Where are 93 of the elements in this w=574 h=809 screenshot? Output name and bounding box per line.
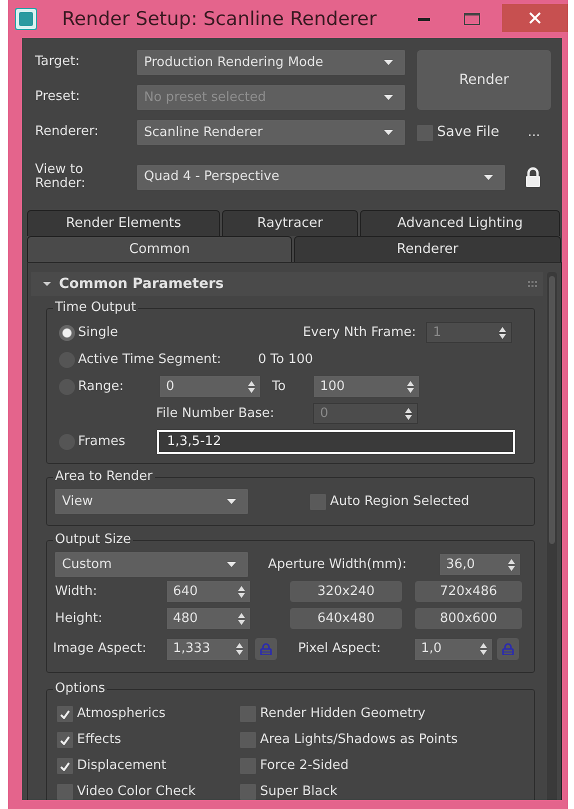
lock-icon xyxy=(525,167,541,187)
segment-value: 0 To 100 xyxy=(258,350,314,369)
target-dropdown[interactable]: Production Rendering Mode xyxy=(137,50,405,75)
field-label: Target: xyxy=(35,55,81,70)
checkbox-label: Force 2-Sided xyxy=(260,757,349,776)
size-preset-button[interactable]: 320x240 xyxy=(290,581,402,602)
tab[interactable]: Raytracer xyxy=(222,210,358,236)
checkbox-label: Effects xyxy=(77,731,122,750)
field-label: View to Render: xyxy=(35,162,86,192)
spinner-arrows-icon xyxy=(480,643,487,655)
lock-icon xyxy=(502,643,514,655)
lock-icon xyxy=(260,643,272,655)
size-preset-button[interactable]: 720x486 xyxy=(415,581,522,602)
checkbox-label: Video Color Check xyxy=(77,783,196,800)
image-aspect-field[interactable]: 1,333 xyxy=(167,638,248,660)
caret-icon xyxy=(384,95,393,100)
field-label: Image Aspect: xyxy=(53,640,148,658)
size-preset-button[interactable]: 800x600 xyxy=(415,608,522,629)
maximize-icon xyxy=(464,13,480,25)
range-end-field[interactable]: 100 xyxy=(314,376,419,397)
group-title: Output Size xyxy=(53,531,133,549)
scrollbar[interactable] xyxy=(547,272,557,800)
checkbox-label: Super Black xyxy=(260,783,338,800)
window-title: Render Setup: Scanline Renderer xyxy=(62,6,377,32)
lock-button[interactable] xyxy=(255,638,277,660)
lock-button[interactable] xyxy=(497,638,519,660)
field-label: Every Nth Frame: xyxy=(302,324,416,342)
app-icon xyxy=(15,8,37,30)
spinner-arrows-icon xyxy=(236,643,243,655)
checkbox[interactable] xyxy=(57,706,73,722)
checkbox-label: Area Lights/Shadows as Points xyxy=(260,731,458,750)
radio-label[interactable]: Frames xyxy=(78,432,157,452)
check-icon xyxy=(60,736,70,744)
radio-button[interactable] xyxy=(59,324,75,340)
field-label: Aperture Width(mm): xyxy=(268,556,408,574)
spinner-arrows-icon xyxy=(407,380,414,392)
width-field[interactable]: 640 xyxy=(167,581,250,602)
collapse-triangle-icon xyxy=(43,280,51,288)
area-dropdown[interactable]: View xyxy=(55,489,248,514)
spinner-arrows-icon xyxy=(248,380,255,392)
group-title: Time Output xyxy=(53,299,138,317)
field-label: Width: xyxy=(55,582,98,601)
caret-icon xyxy=(484,174,493,180)
caret-icon xyxy=(384,130,393,135)
field-label: Preset: xyxy=(35,90,81,105)
tab[interactable]: Advanced Lighting xyxy=(360,210,560,236)
checkbox-label: Auto Region Selected xyxy=(330,492,470,511)
caret-icon xyxy=(227,562,236,567)
render-button[interactable]: Render xyxy=(417,50,551,110)
field-label: Height: xyxy=(55,610,104,628)
close-icon xyxy=(529,12,541,24)
frames-field[interactable]: 1,3,5-12 xyxy=(157,430,515,454)
renderer-dropdown[interactable]: Scanline Renderer xyxy=(137,120,405,145)
rollout-header[interactable]: Common Parameters xyxy=(31,272,544,296)
spinner-arrows-icon xyxy=(499,326,506,338)
radio-label[interactable]: Single xyxy=(78,322,278,342)
size-preset-dropdown[interactable]: Custom xyxy=(55,552,248,577)
tab[interactable]: Render Elements xyxy=(27,210,220,236)
size-preset-button[interactable]: 640x480 xyxy=(290,608,402,629)
radio-label[interactable]: Active Time Segment: xyxy=(78,350,258,370)
checkbox[interactable] xyxy=(240,784,256,800)
spinner-arrows-icon xyxy=(508,558,515,570)
field-label: File Number Base: xyxy=(156,404,276,423)
check-icon xyxy=(60,762,70,770)
minimize-icon xyxy=(418,18,430,20)
checkbox[interactable] xyxy=(57,784,73,800)
pixel-aspect-field[interactable]: 1,0 xyxy=(415,638,492,660)
spinner-arrows-icon xyxy=(238,612,245,624)
viewport-dropdown[interactable]: Quad 4 - Perspective xyxy=(137,164,505,190)
group-title: Options xyxy=(53,680,108,698)
check-icon xyxy=(60,710,70,718)
range-start-field[interactable]: 0 xyxy=(160,376,260,397)
spinner-arrows-icon xyxy=(405,408,412,420)
aperture-field[interactable]: 36,0 xyxy=(440,554,520,575)
close-button[interactable] xyxy=(502,4,568,32)
checkbox-label: Save File xyxy=(437,124,500,140)
checkbox-label: Displacement xyxy=(77,757,166,776)
height-field[interactable]: 480 xyxy=(167,608,250,629)
checkbox-label: Atmospherics xyxy=(77,705,166,724)
caret-icon xyxy=(227,499,236,504)
tab[interactable]: Common xyxy=(27,236,292,262)
grip-icon xyxy=(528,281,538,287)
more-button[interactable]: ... xyxy=(523,122,545,142)
field-label: Pixel Aspect: xyxy=(298,640,382,658)
spinner-arrows-icon xyxy=(238,586,245,598)
checkbox[interactable] xyxy=(57,732,73,748)
radio-label[interactable]: Range: xyxy=(78,376,160,396)
checkbox-label: Render Hidden Geometry xyxy=(260,705,426,724)
to-label: To xyxy=(271,378,287,396)
checkbox[interactable] xyxy=(57,758,73,774)
caret-icon xyxy=(384,60,393,65)
field-label: Renderer: xyxy=(35,125,100,140)
tab[interactable]: Renderer xyxy=(294,236,561,262)
